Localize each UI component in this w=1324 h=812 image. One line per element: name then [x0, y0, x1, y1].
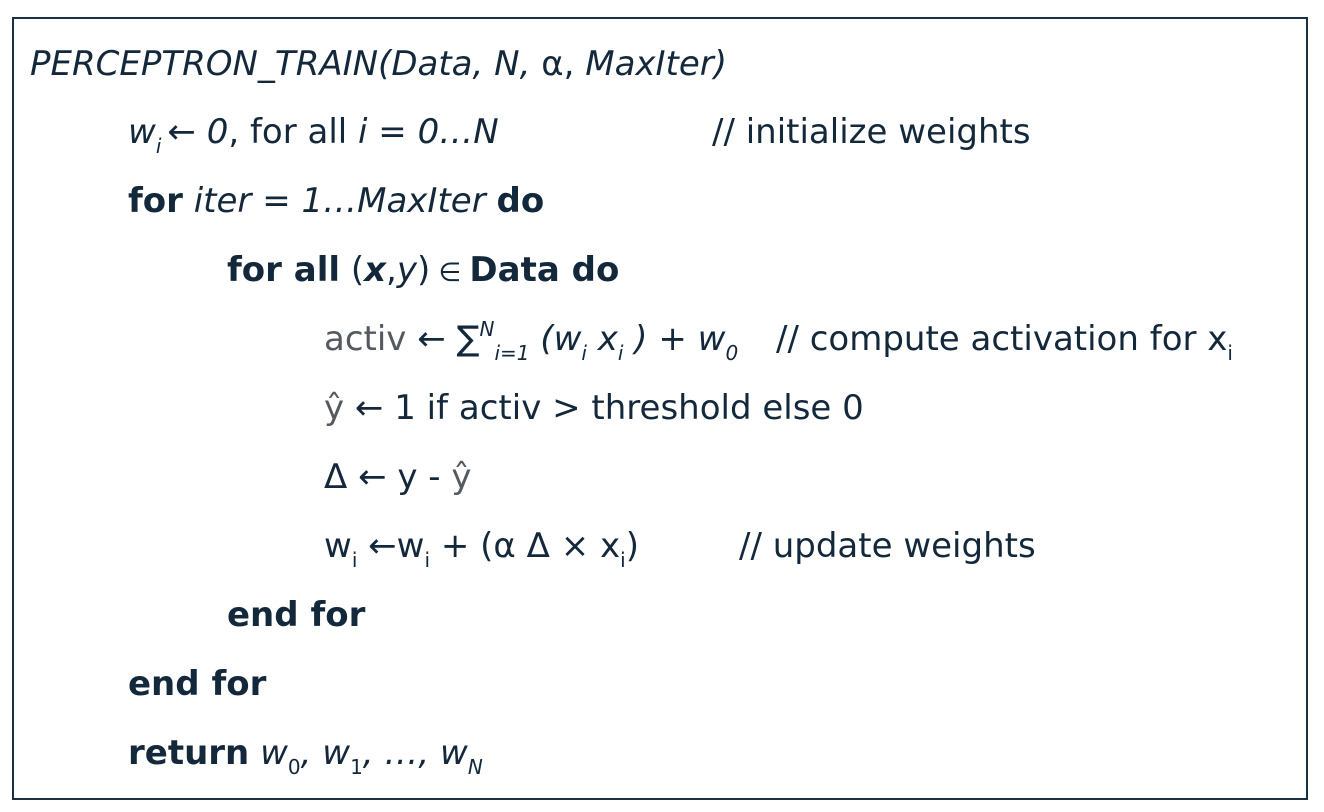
update-line: wi ←wi + (α Δ × xi)	[324, 526, 639, 572]
data-do-keyword: Data do	[469, 250, 620, 290]
index-range: = 0…N	[367, 112, 499, 152]
for-all-text: , for all	[228, 112, 359, 152]
init-comment: // initialize weights	[712, 112, 1031, 152]
sum-lower: i=1	[494, 341, 530, 365]
delta-expression: Δ ← y -	[324, 457, 452, 497]
assign-arrow: ←	[406, 319, 457, 359]
for-all-keyword: for all	[227, 250, 341, 290]
sum-symbol: ∑	[456, 319, 480, 359]
inner-loop-line: for all (x,y) ∈ Data do	[227, 250, 619, 293]
weight-symbol: w	[249, 733, 288, 773]
iter-expression: iter = 1…MaxIter	[182, 181, 497, 221]
delta-line: Δ ← y - ŷ	[324, 457, 472, 497]
close-paren: )	[416, 250, 431, 290]
outer-loop-line: for iter = 1…MaxIter do	[128, 181, 544, 221]
param-maxiter: MaxIter	[585, 44, 714, 84]
bias-subscript: 0	[725, 341, 739, 365]
for-keyword: for	[128, 181, 183, 221]
param-data: Data	[391, 44, 473, 84]
return-keyword: return	[128, 733, 250, 773]
weight-subscript-n: N	[467, 755, 483, 779]
param-alpha: α	[541, 44, 564, 84]
weight-subscript: i	[424, 548, 431, 572]
x-vector: x	[364, 250, 387, 290]
weight-subscript-1: 1	[350, 755, 363, 779]
open-paren: (	[529, 319, 554, 359]
weight-symbol: w	[324, 526, 352, 566]
open-paren: (	[340, 250, 365, 290]
index-i: i	[358, 112, 368, 152]
x-subscript: i	[620, 548, 626, 572]
activation-comment: // compute activation for xi	[776, 319, 1233, 365]
activation-comment-text: // compute activation for x	[776, 319, 1228, 359]
weight-subscript: i	[581, 341, 587, 365]
activation-comment-subscript: i	[1227, 341, 1233, 365]
zero-value: 0	[206, 112, 229, 152]
update-expression: + (α Δ × x	[430, 526, 621, 566]
function-name: PERCEPTRON_TRAIN(	[30, 44, 392, 84]
close-plus: ) +	[623, 319, 698, 359]
return-line: return w0, w1, …, wN	[128, 733, 483, 779]
weight-symbol: w	[396, 526, 425, 566]
assign-arrow: ←	[357, 526, 397, 566]
weight-symbol: , w	[300, 733, 351, 773]
close-paren: )	[713, 44, 728, 84]
param-n: N	[494, 44, 520, 84]
sum-upper: N	[479, 317, 495, 341]
activ-variable: activ	[324, 319, 407, 359]
activation-line: activ ← ∑Ni=1 (wi xi ) + w0	[324, 317, 739, 365]
weight-symbol: w	[128, 112, 156, 152]
y-label: y	[396, 250, 417, 290]
end-inner-loop: end for	[227, 595, 366, 635]
y-hat: ŷ	[451, 457, 472, 497]
update-comment: // update weights	[739, 526, 1036, 566]
end-outer-loop: end for	[128, 664, 267, 704]
weight-subscript: i	[155, 134, 162, 158]
member-symbol: ∈	[430, 258, 470, 288]
bias-symbol: w	[697, 319, 726, 359]
comma: ,	[386, 250, 397, 290]
separator: ,	[563, 44, 586, 84]
y-hat: ŷ	[324, 388, 345, 428]
x-symbol: x	[586, 319, 618, 359]
x-subscript: i	[617, 341, 624, 365]
separator: ,	[519, 44, 542, 84]
assign-arrow: ←	[167, 112, 196, 152]
ellipsis: , …, w	[362, 733, 468, 773]
predict-line: ŷ ← 1 if activ > threshold else 0	[324, 388, 864, 428]
do-keyword: do	[496, 181, 545, 221]
weight-subscript: i	[351, 548, 358, 572]
close-paren: )	[625, 526, 639, 566]
function-signature: PERCEPTRON_TRAIN(Data, N, α, MaxIter)	[30, 44, 727, 84]
predict-expression: ← 1 if activ > threshold else 0	[344, 388, 864, 428]
weight-symbol: w	[553, 319, 582, 359]
separator: ,	[472, 44, 495, 84]
weight-subscript-0: 0	[287, 755, 301, 779]
init-weights-line: wi ← 0, for all i = 0…N	[128, 112, 499, 158]
